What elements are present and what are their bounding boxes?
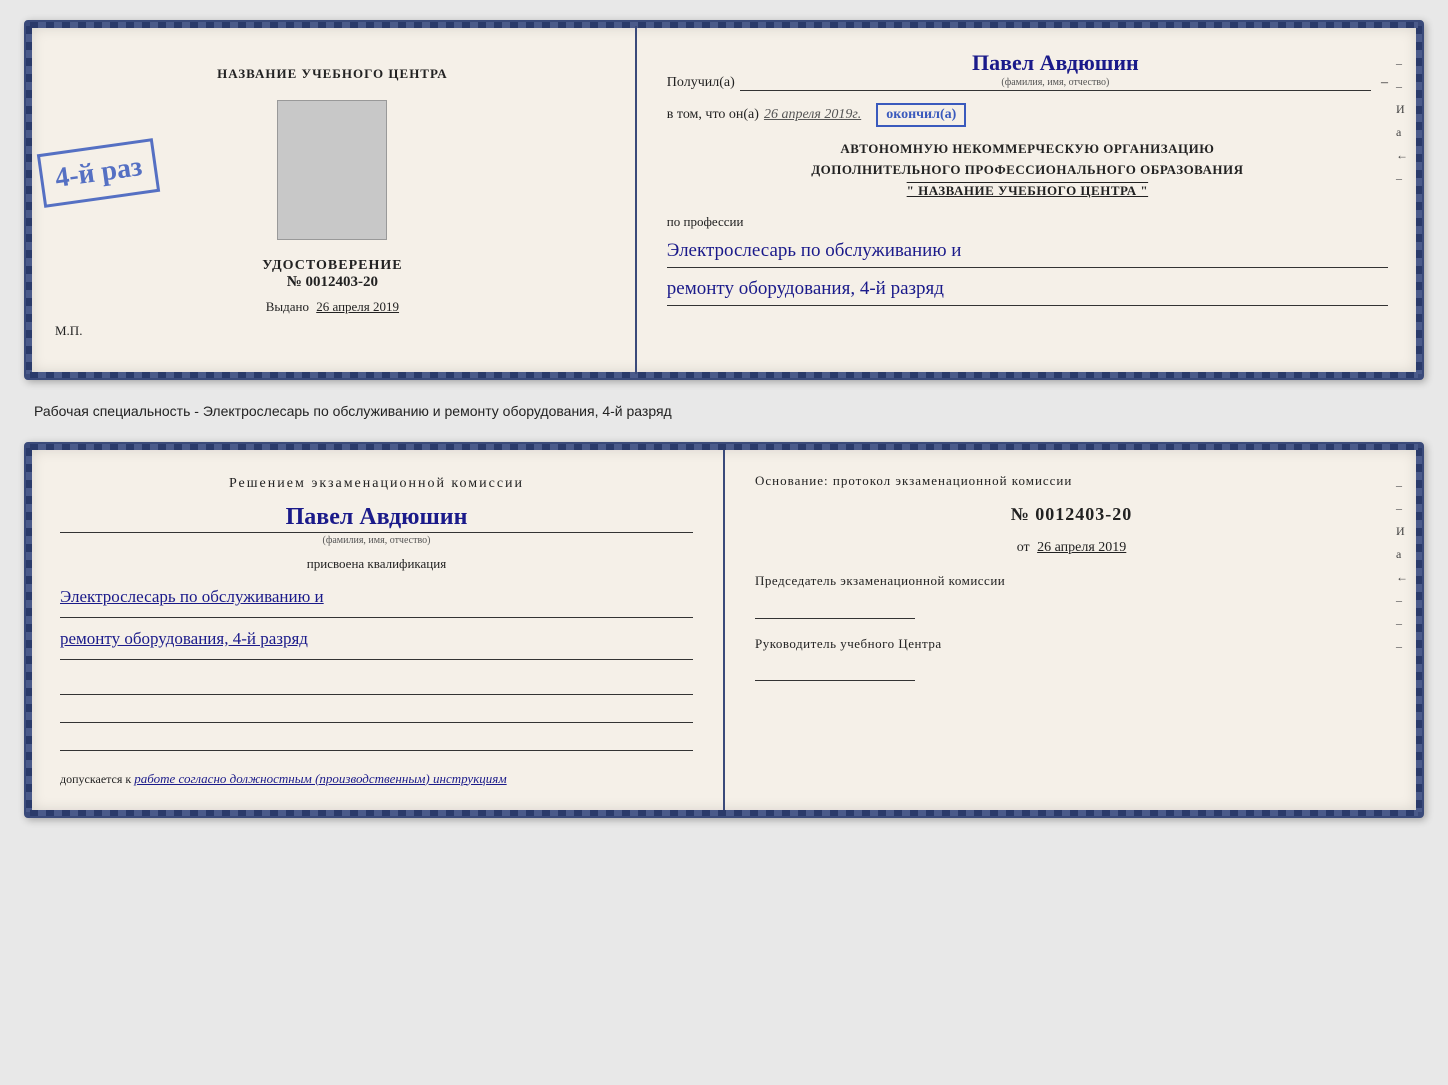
poluchil-line: Получил(a) Павел Авдюшин (фамилия, имя, … (667, 51, 1388, 91)
dopuskaetsya-section: допускается к работе согласно должностны… (60, 771, 693, 787)
protocol-date: от 26 апреля 2019 (755, 540, 1388, 556)
po-professii-label: по профессии (667, 214, 1388, 230)
left-spine-2 (26, 448, 32, 812)
udostoverenie-number: № 0012403-20 (262, 274, 402, 291)
right-spine-2 (1416, 448, 1422, 812)
org-line2: ДОПОЛНИТЕЛЬНОГО ПРОФЕССИОНАЛЬНОГО ОБРАЗО… (667, 160, 1388, 181)
chairman-section: Председатель экзаменационной комиссии (755, 571, 1388, 619)
sig-line-3 (60, 731, 693, 751)
sig-line-2 (60, 703, 693, 723)
dopuskaetsya-label: допускается к (60, 772, 131, 786)
fio-label-2: (фамилия, имя, отчество) (323, 535, 431, 546)
dash-1: – (1381, 75, 1388, 91)
prof2-line1: Электрослесарь по обслуживанию и (60, 582, 693, 618)
photo-placeholder (277, 100, 387, 240)
chairman-title: Председатель экзаменационной комиссии (755, 571, 1388, 591)
okonchil-label: окончил(а) (876, 103, 966, 127)
bottom-spine-2 (30, 810, 1418, 816)
vydano-date: 26 апреля 2019 (316, 299, 399, 314)
udostoverenie-title: УДОСТОВЕРЕНИЕ (262, 258, 402, 274)
ot-label: от (1017, 540, 1030, 555)
protocol-number: № 0012403-20 (755, 504, 1388, 525)
doc1-right-page: 4-й раз Получил(a) Павел Авдюшин (фамили… (637, 26, 1418, 374)
vtom-line: в том, что он(а) 26 апреля 2019г. окончи… (667, 103, 1388, 127)
osnovanie-title: Основание: протокол экзаменационной коми… (755, 473, 1388, 489)
vydano-label: Выдано (266, 299, 309, 314)
poluchil-label: Получил(a) (667, 75, 735, 91)
rukovoditel-title: Руководитель учебного Центра (755, 634, 1388, 654)
profession-block-2: Электрослесарь по обслуживанию и ремонту… (60, 582, 693, 659)
resheniem-title: Решением экзаменационной комиссии (60, 473, 693, 494)
profession-line-1: Электрослесарь по обслуживанию и (667, 235, 1388, 268)
document-card-1: НАЗВАНИЕ УЧЕБНОГО ЦЕНТРА УДОСТОВЕРЕНИЕ №… (24, 20, 1424, 380)
org-block: АВТОНОМНУЮ НЕКОММЕРЧЕСКУЮ ОРГАНИЗАЦИЮ ДО… (667, 139, 1388, 201)
doc2-left-page: Решением экзаменационной комиссии Павел … (30, 448, 725, 812)
signature-lines-2 (60, 675, 693, 751)
right-side-marks: – – И а ← – (1396, 56, 1408, 186)
vtom-text: в том, что он(а) (667, 107, 759, 123)
sig-line-1 (60, 675, 693, 695)
right-spine (1416, 26, 1422, 374)
doc1-left-page: НАЗВАНИЕ УЧЕБНОГО ЦЕНТРА УДОСТОВЕРЕНИЕ №… (30, 26, 637, 374)
profession-section: по профессии Электрослесарь по обслужива… (667, 214, 1388, 307)
vtom-date: 26 апреля 2019г. (764, 107, 861, 123)
ot-date: 26 апреля 2019 (1037, 540, 1126, 555)
mp-section: М.П. (55, 323, 82, 339)
prof2-line2: ремонту оборудования, 4-й разряд (60, 624, 693, 660)
center-title-1: НАЗВАНИЕ УЧЕБНОГО ЦЕНТРА (217, 66, 448, 82)
rukovoditel-sig-line (755, 661, 915, 681)
profession-line-2: ремонту оборудования, 4-й разряд (667, 273, 1388, 306)
dopuskaetsya-text: работе согласно должностным (производств… (134, 771, 506, 786)
page-container: НАЗВАНИЕ УЧЕБНОГО ЦЕНТРА УДОСТОВЕРЕНИЕ №… (24, 20, 1424, 818)
document-card-2: Решением экзаменационной комиссии Павел … (24, 442, 1424, 818)
fio-label-1: (фамилия, имя, отчество) (1001, 77, 1109, 88)
top-spine-2 (30, 444, 1418, 450)
rukovoditel-section: Руководитель учебного Центра (755, 634, 1388, 682)
prisvoena-text: присвоена квалификация (60, 556, 693, 572)
org-line3: " НАЗВАНИЕ УЧЕБНОГО ЦЕНТРА " (667, 181, 1388, 202)
org-line1: АВТОНОМНУЮ НЕКОММЕРЧЕСКУЮ ОРГАНИЗАЦИЮ (667, 139, 1388, 160)
name-2: Павел Авдюшин (60, 504, 693, 533)
recipient-name: Павел Авдюшин (972, 51, 1139, 77)
doc2-right-page: Основание: протокол экзаменационной коми… (725, 448, 1418, 812)
name-block-2: Павел Авдюшин (фамилия, имя, отчество) (60, 504, 693, 546)
right-side-marks-2: – – И а ← – – – (1396, 478, 1408, 654)
udostoverenie-section: УДОСТОВЕРЕНИЕ № 0012403-20 (262, 258, 402, 291)
vydano-section: Выдано 26 апреля 2019 (266, 299, 399, 315)
between-text: Рабочая специальность - Электрослесарь п… (24, 398, 1424, 424)
chairman-sig-line (755, 599, 915, 619)
